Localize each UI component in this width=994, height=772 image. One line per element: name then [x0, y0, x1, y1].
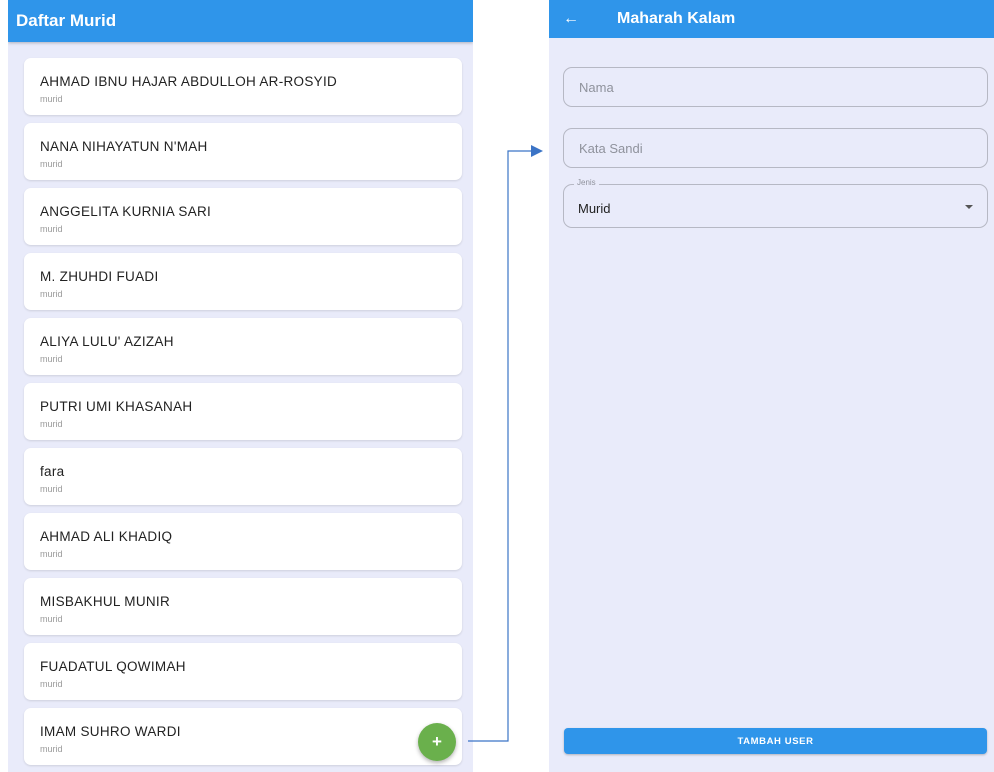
arrow-left-icon[interactable]: ← — [549, 10, 589, 28]
role-select-value: Murid — [578, 201, 611, 216]
student-role: murid — [40, 549, 63, 559]
student-name: FUADATUL QOWIMAH — [40, 659, 186, 674]
password-field — [563, 128, 988, 168]
student-name: AHMAD IBNU HAJAR ABDULLOH AR-ROSYID — [40, 74, 338, 89]
student-role: murid — [40, 419, 63, 429]
student-card[interactable]: ALIYA LULU' AZIZAH murid — [24, 318, 462, 375]
student-card[interactable]: M. ZHUHDI FUADI murid — [24, 253, 462, 310]
add-user-button[interactable]: TAMBAH USER — [564, 728, 987, 754]
student-card[interactable]: PUTRI UMI KHASANAH murid — [24, 383, 462, 440]
student-role: murid — [40, 679, 63, 689]
student-name: M. ZHUHDI FUADI — [40, 269, 159, 284]
student-name: fara — [40, 464, 65, 479]
role-select[interactable]: Jenis Murid — [563, 178, 988, 228]
name-input[interactable] — [564, 68, 987, 106]
student-role: murid — [40, 484, 63, 494]
student-role: murid — [40, 94, 63, 104]
student-name: ALIYA LULU' AZIZAH — [40, 334, 174, 349]
student-list-screen: Daftar Murid AHMAD IBNU HAJAR ABDULLOH A… — [8, 0, 473, 772]
student-role: murid — [40, 354, 63, 364]
student-card[interactable]: AHMAD ALI KHADIQ murid — [24, 513, 462, 570]
student-name: IMAM SUHRO WARDI — [40, 724, 181, 739]
student-name: ANGGELITA KURNIA SARI — [40, 204, 212, 219]
student-role: murid — [40, 614, 63, 624]
password-input[interactable] — [564, 129, 987, 167]
page-title: Maharah Kalam — [617, 10, 736, 27]
student-card[interactable]: MISBAKHUL MUNIR murid — [24, 578, 462, 635]
student-card[interactable]: IMAM SUHRO WARDI murid — [24, 708, 462, 765]
student-role: murid — [40, 744, 63, 754]
student-name: NANA NIHAYATUN N'MAH — [40, 139, 208, 154]
student-card[interactable]: AHMAD IBNU HAJAR ABDULLOH AR-ROSYID muri… — [24, 58, 462, 115]
student-role: murid — [40, 224, 63, 234]
add-student-button[interactable]: + — [418, 723, 456, 761]
student-list: AHMAD IBNU HAJAR ABDULLOH AR-ROSYID muri… — [24, 58, 462, 772]
student-card[interactable]: NANA NIHAYATUN N'MAH murid — [24, 123, 462, 180]
role-select-label: Jenis — [574, 178, 599, 187]
student-card[interactable]: ANGGELITA KURNIA SARI murid — [24, 188, 462, 245]
plus-icon: + — [432, 732, 442, 751]
student-card[interactable]: FUADATUL QOWIMAH murid — [24, 643, 462, 700]
page-title: Daftar Murid — [16, 11, 117, 30]
student-card[interactable]: fara murid — [24, 448, 462, 505]
student-role: murid — [40, 159, 63, 169]
student-name: AHMAD ALI KHADIQ — [40, 529, 173, 544]
name-field — [563, 67, 988, 107]
app-bar: ← Maharah Kalam — [549, 0, 994, 38]
app-bar: Daftar Murid — [8, 0, 473, 42]
add-user-screen: ← Maharah Kalam Jenis Murid TAMBAH USER — [549, 0, 994, 772]
chevron-down-icon — [965, 205, 973, 209]
student-role: murid — [40, 289, 63, 299]
student-name: MISBAKHUL MUNIR — [40, 594, 171, 609]
student-name: PUTRI UMI KHASANAH — [40, 399, 193, 414]
